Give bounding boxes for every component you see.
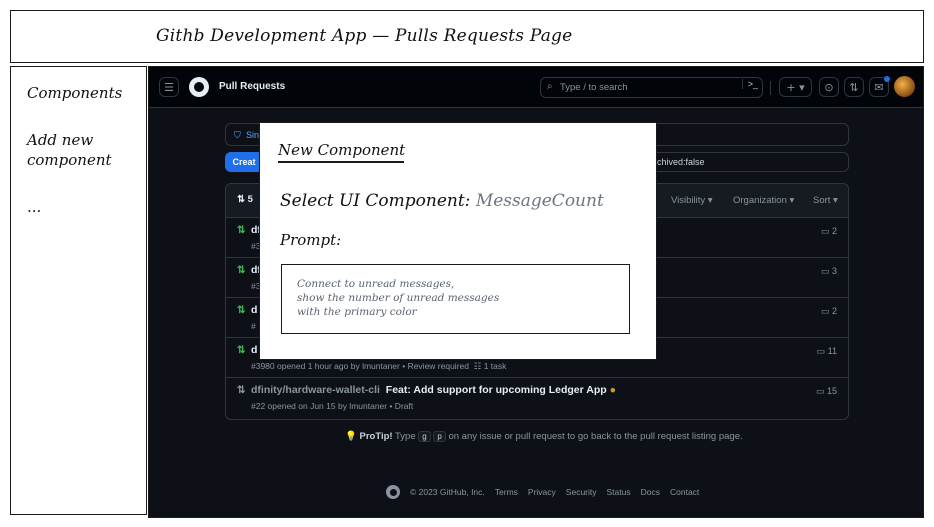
- filter-query-text: rchived:false: [654, 157, 705, 167]
- pr-meta: #: [251, 321, 256, 331]
- prompt-textarea[interactable]: Connect to unread messages, show the num…: [281, 264, 630, 334]
- pull-request-icon: ⇅: [849, 80, 859, 94]
- pr-title[interactable]: d: [251, 304, 257, 316]
- footer-link-terms[interactable]: Terms: [495, 487, 518, 497]
- open-pr-icon: ⇅: [237, 345, 246, 356]
- wireframe-title: Githb Development App — Pulls Requests P…: [156, 26, 573, 46]
- pull-requests-button[interactable]: ⇅: [844, 77, 864, 97]
- hamburger-menu-button[interactable]: ☰: [159, 77, 179, 97]
- comment-count[interactable]: ▭ 15: [816, 386, 837, 397]
- search-placeholder: Type / to search: [560, 82, 628, 93]
- comment-icon: ▭: [815, 386, 827, 396]
- issue-circle-icon: ⊙: [824, 80, 834, 94]
- footer-link-contact[interactable]: Contact: [670, 487, 699, 497]
- notification-dot: [884, 76, 890, 82]
- copyright: © 2023 GitHub, Inc.: [410, 487, 485, 497]
- pull-request-icon: ⇅: [237, 194, 248, 205]
- open-pr-icon: ⇅: [237, 225, 246, 236]
- footer-link-security[interactable]: Security: [566, 487, 597, 497]
- comment-count[interactable]: ▭ 11: [817, 346, 837, 357]
- issues-button[interactable]: ⊙: [819, 77, 839, 97]
- github-logo-icon[interactable]: [189, 77, 209, 97]
- protip: 💡 ProTip! Type g p on any issue or pull …: [345, 431, 743, 442]
- github-header: ☰ Pull Requests ⌕ Type / to search >_ + …: [149, 67, 923, 108]
- select-component-label: Select UI Component:: [280, 191, 471, 211]
- inbox-icon: ✉: [874, 80, 884, 94]
- command-palette-icon[interactable]: >_: [741, 79, 758, 89]
- footer-link-docs[interactable]: Docs: [641, 487, 660, 497]
- sidebar-item-add-new-component[interactable]: Add new component: [27, 130, 112, 170]
- footer-link-privacy[interactable]: Privacy: [528, 487, 556, 497]
- new-component-modal: New Component Select UI Component: Messa…: [259, 122, 657, 360]
- lightbulb-icon: 💡: [345, 431, 357, 442]
- kbd-p: p: [433, 431, 446, 442]
- hamburger-icon: ☰: [164, 80, 174, 94]
- status-dot: ●: [609, 384, 616, 396]
- modal-title-underline: [278, 161, 404, 163]
- sort-filter[interactable]: Sort ▾: [813, 195, 838, 206]
- sidebar-item-components[interactable]: Components: [27, 83, 122, 103]
- header-divider: [770, 81, 771, 95]
- organization-filter[interactable]: Organization ▾: [733, 195, 794, 206]
- github-logo-icon[interactable]: [386, 485, 400, 499]
- open-count[interactable]: ⇅ 5: [237, 194, 253, 205]
- wireframe-sidebar: Components Add new component ...: [10, 66, 147, 515]
- search-icon: ⌕: [547, 81, 553, 92]
- wireframe-title-bar: Githb Development App — Pulls Requests P…: [10, 10, 924, 63]
- comment-count[interactable]: ▭ 3: [821, 266, 837, 277]
- visibility-filter[interactable]: Visibility ▾: [671, 195, 713, 206]
- shield-icon: ⛉: [234, 130, 241, 140]
- draft-pr-icon: ⇅: [237, 385, 246, 396]
- open-pr-icon: ⇅: [237, 305, 246, 316]
- search-input[interactable]: ⌕ Type / to search >_: [540, 77, 763, 98]
- page-title: Pull Requests: [219, 81, 286, 92]
- comment-count[interactable]: ▭ 2: [821, 226, 837, 237]
- pr-title[interactable]: dfinity/hardware-wallet-cli Feat: Add su…: [251, 384, 616, 396]
- pr-meta: #3980 opened 1 hour ago by lmuntaner • R…: [251, 361, 507, 371]
- task-list-icon: ☷: [473, 361, 482, 371]
- comment-icon: ▭: [820, 306, 832, 316]
- select-component-row: Select UI Component: MessageCount: [280, 191, 604, 211]
- sidebar-item-more[interactable]: ...: [27, 197, 41, 217]
- footer: © 2023 GitHub, Inc. Terms Privacy Securi…: [386, 485, 699, 499]
- open-pr-icon: ⇅: [237, 265, 246, 276]
- create-new-button[interactable]: + ▾: [779, 77, 812, 97]
- comment-icon: ▭: [820, 226, 832, 236]
- pr-title[interactable]: d: [251, 344, 257, 356]
- comment-icon: ▭: [816, 346, 828, 356]
- modal-title: New Component: [278, 141, 406, 159]
- kbd-g: g: [418, 431, 431, 442]
- create-button[interactable]: Creat: [225, 152, 263, 172]
- comment-icon: ▭: [820, 266, 832, 276]
- component-select[interactable]: MessageCount: [476, 191, 604, 211]
- comment-count[interactable]: ▭ 2: [821, 306, 837, 317]
- prompt-text: Connect to unread messages, show the num…: [297, 278, 500, 318]
- prompt-label: Prompt:: [280, 231, 342, 249]
- table-row[interactable]: ⇅ dfinity/hardware-wallet-cli Feat: Add …: [226, 378, 848, 418]
- footer-link-status[interactable]: Status: [607, 487, 631, 497]
- avatar[interactable]: [894, 76, 915, 97]
- pr-meta: #22 opened on Jun 15 by lmuntaner • Draf…: [251, 401, 414, 411]
